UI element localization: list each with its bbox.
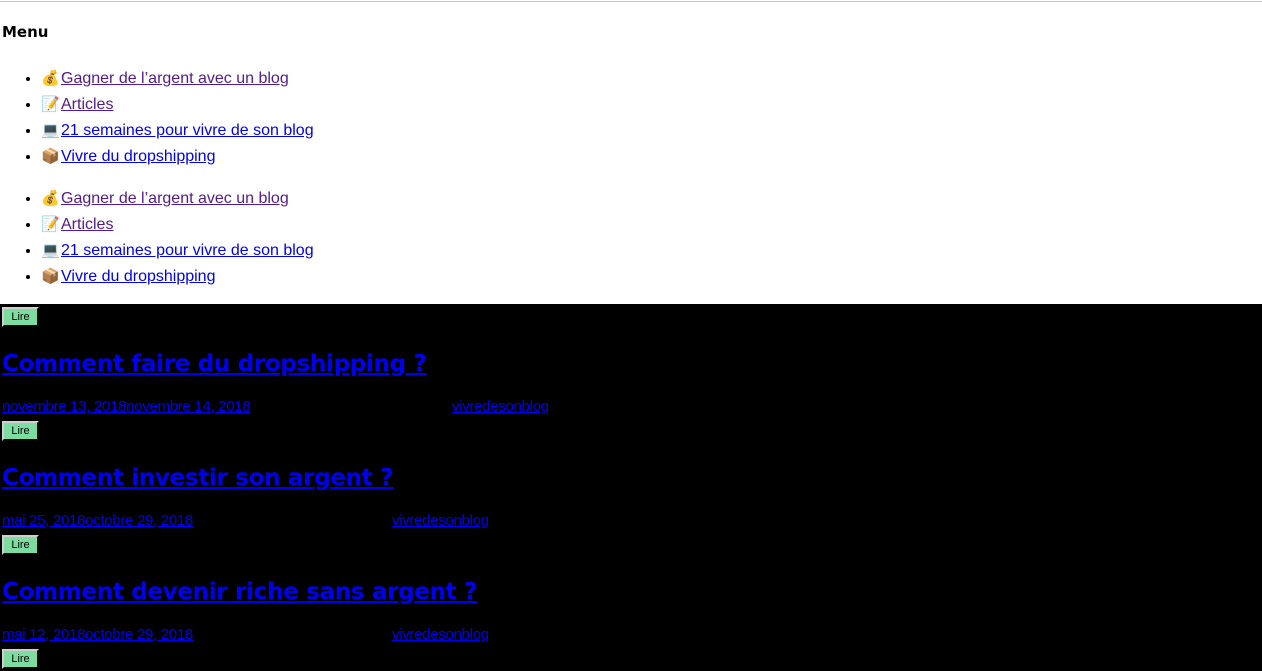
post-title-link[interactable]: Comment investir son argent ? (2, 465, 393, 491)
menu-link-21-semaines[interactable]: 💻21 semaines pour vivre de son blog (41, 241, 314, 259)
menu-link-label: Gagner de l’argent avec un blog (61, 70, 289, 87)
post-card: Lire (0, 646, 1262, 671)
post-updated-date: octobre 29, 2018 (85, 626, 193, 643)
laptop-icon: 💻 (41, 241, 60, 259)
post-published-date: novembre 13, 2018 (2, 398, 127, 415)
post-date-link[interactable]: mai 12, 2018octobre 29, 2018 (2, 625, 193, 645)
post-card: Lire Comment devenir riche sans argent ?… (0, 532, 1262, 646)
post-published-date: mai 25, 2018 (2, 512, 86, 529)
money-bag-icon: 💰 (41, 189, 60, 207)
menu-list-primary: 💰Gagner de l’argent avec un blog 📝Articl… (0, 65, 314, 169)
menu-link-dropshipping[interactable]: 📦Vivre du dropshipping (41, 147, 216, 165)
menu-link-gagner-argent[interactable]: 💰Gagner de l’argent avec un blog (41, 189, 289, 207)
menu-item: 📦Vivre du dropshipping (41, 263, 314, 289)
package-icon: 📦 (41, 147, 60, 165)
menu-item: 💰Gagner de l’argent avec un blog (41, 65, 314, 91)
post-title: Comment investir son argent ? (2, 462, 393, 494)
read-button[interactable]: Lire (2, 307, 39, 327)
money-bag-icon: 💰 (41, 69, 60, 87)
menu-item: 💰Gagner de l’argent avec un blog (41, 185, 314, 211)
menu-link-label: 21 semaines pour vivre de son blog (61, 242, 314, 259)
post-date-link[interactable]: novembre 13, 2018novembre 14, 2018 (2, 397, 251, 417)
top-divider (0, 1, 1262, 2)
menu-heading: Menu (2, 23, 49, 41)
menu-link-articles[interactable]: 📝Articles (41, 95, 114, 113)
menu-link-label: Articles (61, 96, 114, 113)
menu-item: 💻21 semaines pour vivre de son blog (41, 237, 314, 263)
post-author-link[interactable]: vivredesonblog (392, 511, 489, 531)
post-date-link[interactable]: mai 25, 2018octobre 29, 2018 (2, 511, 193, 531)
post-author-link[interactable]: vivredesonblog (392, 625, 489, 645)
menu-link-label: Vivre du dropshipping (61, 148, 216, 165)
post-author-link[interactable]: vivredesonblog (452, 397, 549, 417)
menu-item: 📦Vivre du dropshipping (41, 143, 314, 169)
post-title-link[interactable]: Comment faire du dropshipping ? (2, 351, 427, 377)
menu-link-gagner-argent[interactable]: 💰Gagner de l’argent avec un blog (41, 69, 289, 87)
post-title: Comment devenir riche sans argent ? (2, 576, 477, 608)
menu-item: 📝Articles (41, 91, 314, 117)
post-card: Lire Comment investir son argent ? mai 2… (0, 418, 1262, 532)
menu-link-label: Vivre du dropshipping (61, 268, 216, 285)
post-card: Lire Comment faire du dropshipping ? nov… (0, 304, 1262, 418)
package-icon: 📦 (41, 267, 60, 285)
post-published-date: mai 12, 2018 (2, 626, 86, 643)
menu-link-label: 21 semaines pour vivre de son blog (61, 122, 314, 139)
read-button[interactable]: Lire (2, 649, 39, 669)
memo-icon: 📝 (41, 215, 60, 233)
post-title-link[interactable]: Comment devenir riche sans argent ? (2, 579, 477, 605)
post-updated-date: novembre 14, 2018 (126, 398, 251, 415)
menu-link-articles[interactable]: 📝Articles (41, 215, 114, 233)
post-updated-date: octobre 29, 2018 (85, 512, 193, 529)
read-button[interactable]: Lire (2, 421, 39, 441)
laptop-icon: 💻 (41, 121, 60, 139)
menu-link-dropshipping[interactable]: 📦Vivre du dropshipping (41, 267, 216, 285)
read-button[interactable]: Lire (2, 535, 39, 555)
menu-link-label: Gagner de l’argent avec un blog (61, 190, 289, 207)
post-title: Comment faire du dropshipping ? (2, 348, 427, 380)
menu-list-secondary: 💰Gagner de l’argent avec un blog 📝Articl… (0, 185, 314, 289)
posts-section: Lire Comment faire du dropshipping ? nov… (0, 304, 1262, 671)
menu-link-21-semaines[interactable]: 💻21 semaines pour vivre de son blog (41, 121, 314, 139)
memo-icon: 📝 (41, 95, 60, 113)
menu-item: 📝Articles (41, 211, 314, 237)
menu-link-label: Articles (61, 216, 114, 233)
menu-item: 💻21 semaines pour vivre de son blog (41, 117, 314, 143)
